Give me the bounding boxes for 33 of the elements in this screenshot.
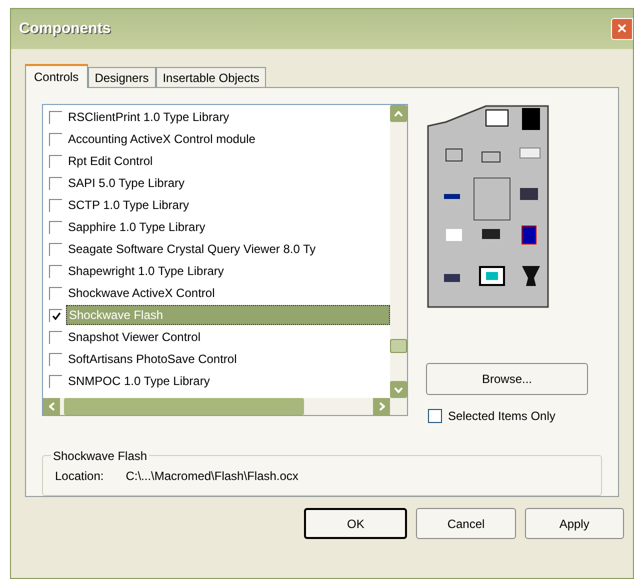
list-item[interactable]: Sapphire 1.0 Type Library [66,218,390,236]
list-item[interactable]: Shapewright 1.0 Type Library [66,262,390,280]
horizontal-scrollbar[interactable] [43,398,407,415]
tab[interactable]: Designers [88,67,156,87]
close-button[interactable]: ✕ [611,18,633,40]
list-item[interactable]: SoftArtisans PhotoSave Control [66,350,390,368]
list-item[interactable]: RSClientPrint 1.0 Type Library [66,108,390,126]
dialog-button[interactable]: OK [304,508,408,539]
checkbox-label: Selected Items Only [448,408,556,425]
location-path: C:\...\Macromed\Flash\Flash.ocx [126,468,298,484]
dialog-button[interactable]: Apply [524,508,624,539]
window-title: Components [19,18,111,39]
scroll-up-icon[interactable] [390,105,407,122]
tab[interactable]: Controls [25,64,88,88]
checkbox[interactable] [428,409,442,423]
list-item[interactable]: Rpt Edit Control [66,152,390,170]
scroll-thumb[interactable] [390,339,407,353]
list-item[interactable]: Seagate Software Crystal Query Viewer 8.0 Ty [66,240,390,258]
scroll-down-icon[interactable] [390,381,407,398]
dialog-button[interactable]: Cancel [416,508,516,539]
list-item[interactable]: Shockwave ActiveX Control [66,284,390,302]
list-item[interactable]: SNMPOC 1.0 Type Library [66,372,390,390]
list-item[interactable]: Snapshot Viewer Control [66,328,390,346]
list-item[interactable]: SCTP 1.0 Type Library [66,196,390,214]
browse-button[interactable]: Browse... [426,363,588,395]
vertical-scrollbar[interactable] [390,105,407,398]
tab[interactable]: Insertable Objects [156,67,266,87]
scroll-thumb[interactable] [64,398,304,415]
list-item[interactable]: Accounting ActiveX Control module [66,130,390,148]
scroll-left-icon[interactable] [43,398,60,415]
scroll-right-icon[interactable] [373,398,390,415]
location-label: Location: [55,468,104,484]
list-item[interactable]: SAPI 5.0 Type Library [66,174,390,192]
